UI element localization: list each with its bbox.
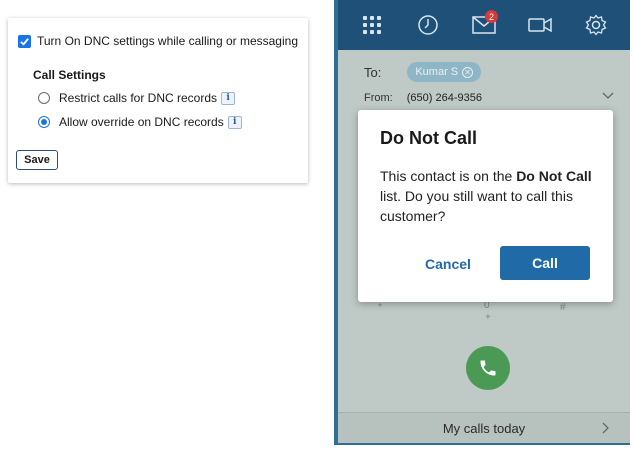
from-number: (650) 264-9356 xyxy=(406,92,482,104)
recipient-name: Kumar S xyxy=(415,66,459,78)
cancel-button[interactable]: Cancel xyxy=(420,249,476,279)
restrict-calls-radio[interactable] xyxy=(38,92,50,104)
my-calls-label: My calls today xyxy=(442,420,526,436)
call-button[interactable]: Call xyxy=(500,246,590,280)
remove-recipient-icon[interactable]: ✕ xyxy=(462,66,474,78)
restrict-calls-label: Restrict calls for DNC records xyxy=(59,91,218,105)
messages-icon[interactable]: 2 xyxy=(469,10,499,40)
dnc-settings-panel: Turn On DNC settings while calling or me… xyxy=(8,18,308,183)
phone-toolbar: 2 xyxy=(338,0,630,50)
dial-key-plus: + xyxy=(485,312,491,323)
dialog-title: Do Not Call xyxy=(380,128,477,148)
checkmark-icon xyxy=(20,37,29,46)
video-icon[interactable] xyxy=(525,10,555,40)
option-restrict-calls[interactable]: Restrict calls for DNC records i xyxy=(38,91,236,105)
dialog-message: This contact is on the Do Not Call list.… xyxy=(380,168,592,224)
dnc-dialog: Do Not Call This contact is on the Do No… xyxy=(358,110,613,302)
allow-override-label: Allow override on DNC records xyxy=(59,115,224,129)
dnc-toggle-row[interactable]: Turn On DNC settings while calling or me… xyxy=(18,34,298,48)
info-icon[interactable]: i xyxy=(221,91,236,105)
chevron-down-icon[interactable] xyxy=(602,92,614,100)
dnc-checkbox-label: Turn On DNC settings while calling or me… xyxy=(37,34,298,48)
my-calls-bar[interactable]: My calls today xyxy=(338,412,630,443)
settings-icon[interactable] xyxy=(581,10,611,40)
dnc-checkbox[interactable] xyxy=(18,34,31,48)
chevron-right-icon[interactable] xyxy=(602,422,610,434)
to-row: To: Kumar S ✕ xyxy=(364,62,482,82)
messages-badge: 2 xyxy=(485,10,498,23)
call-settings-title: Call Settings xyxy=(33,68,106,82)
dialpad-icon[interactable] xyxy=(357,10,387,40)
recipient-chip[interactable]: Kumar S ✕ xyxy=(407,62,482,82)
from-label: From: xyxy=(364,92,393,104)
option-allow-override[interactable]: Allow override on DNC records i xyxy=(38,115,242,129)
to-label: To: xyxy=(364,64,382,80)
allow-override-radio[interactable] xyxy=(38,116,50,128)
dnc-list-name: Do Not Call xyxy=(516,168,592,184)
dial-key-star[interactable]: * xyxy=(378,302,382,313)
dial-key-hash[interactable]: # xyxy=(560,302,566,313)
info-icon[interactable]: i xyxy=(227,115,242,129)
call-button-round[interactable] xyxy=(466,346,510,390)
from-row[interactable]: From: (650) 264-9356 xyxy=(364,92,614,104)
save-button[interactable]: Save xyxy=(16,150,58,170)
history-icon[interactable] xyxy=(413,10,443,40)
phone-icon xyxy=(480,360,496,376)
